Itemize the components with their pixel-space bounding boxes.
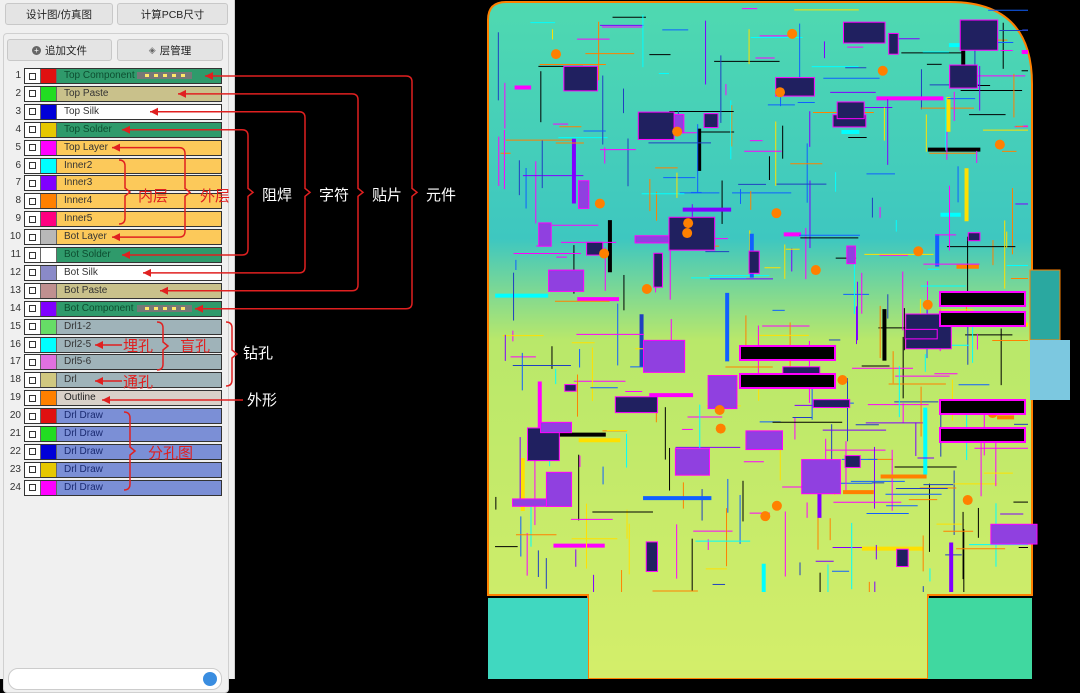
slot (939, 311, 1026, 327)
component-pad (538, 222, 552, 247)
component-pad (578, 180, 590, 209)
mounting-hole (551, 49, 562, 60)
component-pad (990, 523, 1038, 545)
component-pad (959, 19, 999, 51)
component-pad (801, 459, 841, 495)
mounting-hole (683, 218, 694, 229)
component-pad (904, 328, 938, 340)
component-pad (844, 455, 861, 468)
component-pad (967, 232, 981, 242)
component-pad (564, 384, 577, 392)
component-pad (888, 32, 899, 55)
component-pad (748, 250, 760, 274)
component-pad (842, 21, 886, 44)
mounting-hole (771, 208, 782, 219)
component-pad (896, 548, 909, 568)
component-pad (637, 111, 675, 140)
mounting-hole (994, 139, 1005, 150)
mounting-hole (715, 423, 726, 434)
mounting-hole (787, 28, 798, 39)
component-pad (707, 374, 738, 410)
component-pad (674, 448, 710, 476)
component-pad (949, 64, 978, 89)
component-pad (548, 269, 585, 292)
component-pad (545, 471, 573, 507)
component-pad (512, 498, 547, 507)
mounting-hole (962, 495, 973, 506)
component-pad (563, 65, 598, 92)
component-pad (703, 113, 719, 129)
component-pad (812, 399, 851, 408)
component-pad (836, 101, 865, 120)
mounting-hole (599, 248, 610, 259)
component-pad (540, 421, 572, 434)
mounting-hole (837, 374, 848, 385)
component-pad (614, 396, 658, 414)
component-pad (745, 430, 784, 451)
mounting-hole (760, 511, 771, 522)
pcb-view[interactable] (0, 0, 1080, 679)
mounting-hole (913, 246, 924, 257)
component-pad (634, 235, 675, 244)
component-pad (846, 245, 856, 265)
slot (739, 345, 836, 361)
component-pad (653, 252, 663, 288)
mounting-hole (714, 404, 725, 415)
slot (939, 427, 1026, 443)
slot (739, 373, 836, 389)
mounting-hole (877, 65, 888, 76)
mounting-hole (774, 87, 785, 98)
mounting-hole (672, 126, 683, 137)
mounting-hole (682, 228, 693, 239)
mounting-hole (810, 265, 821, 276)
mounting-hole (771, 500, 782, 511)
slot (939, 291, 1026, 307)
component-pad (645, 541, 658, 572)
component-pad (643, 339, 686, 373)
mounting-hole (922, 299, 933, 310)
mounting-hole (641, 284, 652, 295)
mounting-hole (594, 198, 605, 209)
slot (939, 399, 1026, 415)
